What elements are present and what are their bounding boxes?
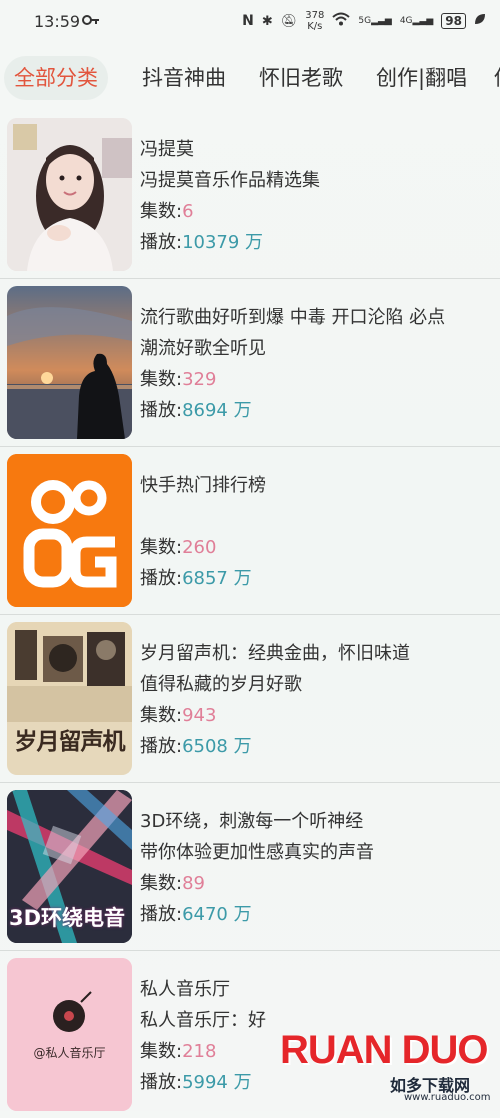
watermark-brand: RUAN DUO	[280, 1028, 489, 1072]
category-tabs: 全部分类 抖音神曲 怀旧老歌 创作|翻唱 伤	[0, 50, 500, 106]
tab-all[interactable]: 全部分类	[4, 56, 108, 100]
nfc-icon: N	[242, 13, 254, 29]
album-count: 集数:943	[140, 705, 217, 726]
album-plays: 播放:6508 万	[140, 736, 252, 757]
album-title: 3D环绕，刺激每一个听神经	[140, 811, 364, 832]
album-info: 流行歌曲好听到爆 中毒 开口沦陷 必点 潮流好歌全听见 集数:329 播放:86…	[140, 302, 490, 426]
album-title: 岁月留声机：经典金曲，怀旧味道	[140, 643, 410, 664]
watermark-url: www.ruaduo.com	[404, 1092, 491, 1103]
album-title: 私人音乐厅	[140, 979, 230, 1000]
kuaishou-logo-icon	[7, 454, 132, 607]
list-item[interactable]: 冯提莫 冯提莫音乐作品精选集 集数:6 播放:10379 万	[0, 112, 500, 279]
list-item[interactable]: 流行歌曲好听到爆 中毒 开口沦陷 必点 潮流好歌全听见 集数:329 播放:86…	[0, 280, 500, 447]
signal-4g-icon: 4G▂▃▅	[399, 16, 434, 26]
album-cover	[7, 286, 132, 439]
album-info: 岁月留声机：经典金曲，怀旧味道 值得私藏的岁月好歌 集数:943 播放:6508…	[140, 638, 490, 762]
tab-more[interactable]: 伤	[484, 56, 500, 100]
site-watermark: RUAN DUO 如多下载网 www.ruaduo.com	[280, 1028, 491, 1108]
leaf-icon	[474, 13, 486, 29]
album-plays: 播放:10379 万	[140, 232, 264, 253]
album-desc: 冯提莫音乐作品精选集	[140, 170, 320, 191]
album-title: 快手热门排行榜	[140, 475, 266, 496]
album-info: 3D环绕，刺激每一个听神经 带你体验更加性感真实的声音 集数:89 播放:647…	[140, 806, 490, 930]
album-info: 快手热门排行榜 集数:260 播放:6857 万	[140, 470, 490, 594]
list-item[interactable]: 岁月留声机 岁月留声机：经典金曲，怀旧味道 值得私藏的岁月好歌 集数:943 播…	[0, 616, 500, 783]
clock: 13:59	[34, 12, 81, 31]
album-desc: 值得私藏的岁月好歌	[140, 674, 302, 695]
album-desc: 潮流好歌全听见	[140, 338, 266, 359]
album-plays: 播放:6470 万	[140, 904, 252, 925]
list-item[interactable]: 3D环绕电音 3D环绕，刺激每一个听神经 带你体验更加性感真实的声音 集数:89…	[0, 784, 500, 951]
album-count: 集数:6	[140, 201, 194, 222]
album-desc: 带你体验更加性感真实的声音	[140, 842, 374, 863]
wifi-icon	[332, 12, 351, 30]
bluetooth-icon: ✱	[261, 13, 273, 29]
album-count: 集数:329	[140, 369, 217, 390]
tab-douyin[interactable]: 抖音神曲	[132, 56, 236, 100]
album-cover	[7, 454, 132, 607]
net-speed: 378 K/s	[305, 10, 325, 32]
album-cover	[7, 118, 132, 271]
list-item[interactable]: 快手热门排行榜 集数:260 播放:6857 万	[0, 448, 500, 615]
album-plays: 播放:8694 万	[140, 400, 252, 421]
album-count: 集数:89	[140, 873, 205, 894]
album-desc	[140, 501, 490, 532]
cover-title: @私人音乐厅	[33, 1046, 106, 1060]
album-count: 集数:260	[140, 537, 217, 558]
key-icon	[82, 12, 100, 30]
status-bar: 13:59 N ✱ 🔕︎ 378 K/s 5G▂▃▅ 4G▂▃▅ 98	[0, 0, 500, 44]
album-title: 冯提莫	[140, 139, 194, 160]
mute-icon: 🔕︎	[280, 13, 298, 29]
tab-cover[interactable]: 创作|翻唱	[366, 56, 477, 100]
album-cover: 岁月留声机	[7, 622, 132, 775]
album-plays: 播放:6857 万	[140, 568, 252, 589]
album-info: 冯提莫 冯提莫音乐作品精选集 集数:6 播放:10379 万	[140, 134, 490, 258]
battery-indicator: 98	[441, 13, 466, 29]
signal-5g-icon: 5G▂▃▅	[358, 16, 392, 26]
cover-title: 3D环绕电音	[9, 906, 126, 930]
tab-nostalgia[interactable]: 怀旧老歌	[249, 56, 353, 100]
album-title: 流行歌曲好听到爆 中毒 开口沦陷 必点	[140, 307, 446, 328]
album-cover: @私人音乐厅	[7, 958, 132, 1111]
album-cover: 3D环绕电音	[7, 790, 132, 943]
cover-title: 岁月留声机	[14, 728, 126, 755]
